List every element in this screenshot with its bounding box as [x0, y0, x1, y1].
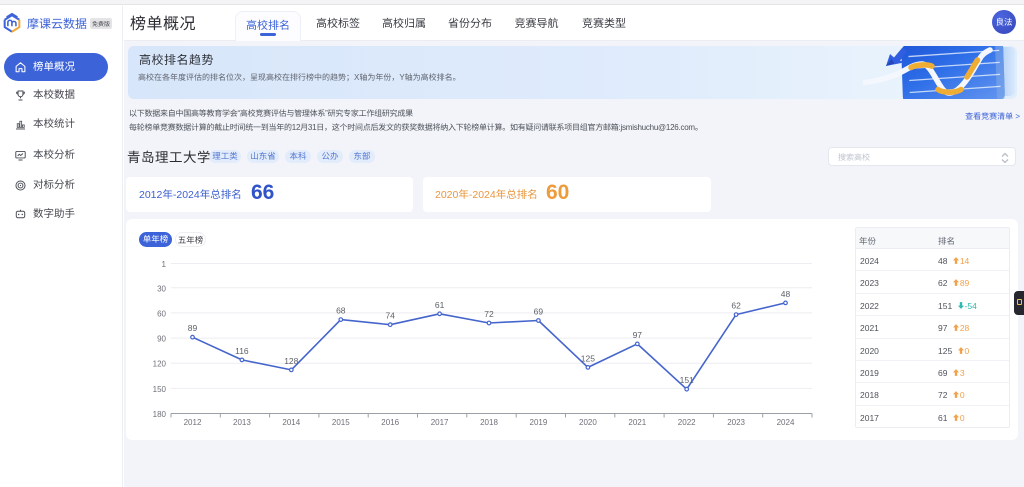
svg-text:180: 180 — [153, 410, 167, 419]
svg-text:2021: 2021 — [628, 418, 646, 427]
svg-text:74: 74 — [385, 311, 395, 321]
svg-text:125: 125 — [581, 353, 595, 363]
svg-text:116: 116 — [235, 346, 249, 356]
svg-text:150: 150 — [153, 385, 167, 394]
svg-text:61: 61 — [435, 300, 445, 310]
svg-text:2016: 2016 — [381, 418, 399, 427]
svg-text:128: 128 — [284, 356, 298, 366]
svg-text:1: 1 — [162, 260, 167, 269]
svg-text:2019: 2019 — [530, 418, 548, 427]
svg-text:2015: 2015 — [332, 418, 350, 427]
svg-text:2022: 2022 — [678, 418, 696, 427]
svg-text:2017: 2017 — [431, 418, 449, 427]
svg-text:2020: 2020 — [579, 418, 597, 427]
svg-text:60: 60 — [157, 309, 166, 318]
svg-text:30: 30 — [157, 284, 166, 293]
svg-text:2018: 2018 — [480, 418, 498, 427]
svg-text:89: 89 — [188, 323, 198, 333]
svg-text:69: 69 — [534, 307, 544, 317]
svg-text:97: 97 — [633, 330, 643, 340]
svg-text:2023: 2023 — [727, 418, 745, 427]
svg-text:2013: 2013 — [233, 418, 251, 427]
svg-text:120: 120 — [153, 360, 167, 369]
svg-text:68: 68 — [336, 306, 346, 316]
svg-text:2024: 2024 — [777, 418, 795, 427]
svg-text:2014: 2014 — [282, 418, 300, 427]
svg-text:62: 62 — [731, 301, 741, 311]
svg-text:151: 151 — [680, 375, 694, 385]
svg-text:2012: 2012 — [184, 418, 202, 427]
svg-text:90: 90 — [157, 335, 166, 344]
svg-text:48: 48 — [781, 289, 791, 299]
svg-text:72: 72 — [484, 309, 494, 319]
